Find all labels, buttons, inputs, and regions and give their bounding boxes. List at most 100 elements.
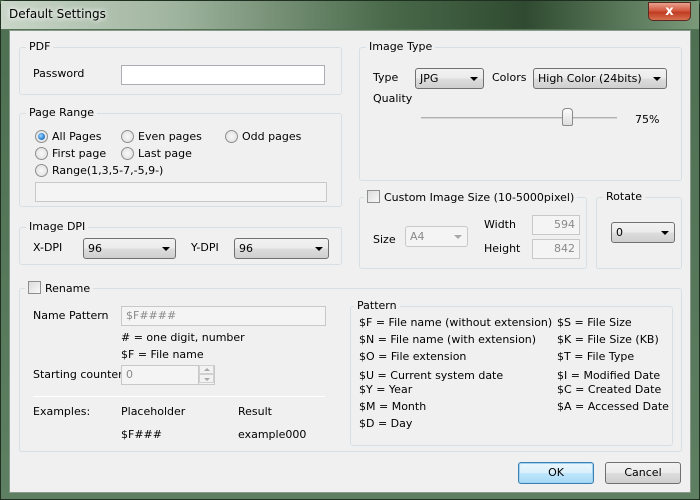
example-placeholder: $F### bbox=[121, 428, 162, 441]
size-select[interactable]: A4 bbox=[405, 226, 468, 247]
height-value: 842 bbox=[554, 242, 575, 255]
pdf-group: PDF Password bbox=[19, 40, 342, 95]
custom-size-checkbox[interactable] bbox=[367, 190, 380, 203]
pattern-legend: Pattern bbox=[354, 299, 400, 312]
chevron-down-icon bbox=[162, 247, 170, 251]
x-dpi-value: 96 bbox=[88, 242, 102, 255]
pattern-item: $M = Month bbox=[359, 400, 427, 413]
pdf-legend: PDF bbox=[26, 40, 54, 53]
name-pattern-label: Name Pattern bbox=[33, 309, 109, 322]
close-icon: x bbox=[665, 4, 674, 19]
pattern-item: $F = File name (without extension) bbox=[359, 316, 553, 329]
image-type-group: Image Type Type JPG Colors High Color (2… bbox=[359, 40, 682, 181]
radio-even-pages-label[interactable]: Even pages bbox=[138, 130, 202, 143]
radio-last-page-label[interactable]: Last page bbox=[138, 147, 192, 160]
hint-digit: # = one digit, number bbox=[121, 331, 245, 344]
radio-last-page[interactable] bbox=[121, 147, 134, 160]
example-result: example000 bbox=[238, 428, 307, 441]
height-label: Height bbox=[484, 242, 521, 255]
radio-first-page-label[interactable]: First page bbox=[52, 147, 106, 160]
pattern-item: $K = File Size (KB) bbox=[557, 333, 659, 346]
radio-all-pages-label[interactable]: All Pages bbox=[52, 130, 102, 143]
chevron-down-icon bbox=[315, 247, 323, 251]
result-header: Result bbox=[238, 405, 272, 418]
y-dpi-label: Y-DPI bbox=[191, 241, 219, 254]
radio-first-page[interactable] bbox=[35, 147, 48, 160]
window-title: Default Settings bbox=[9, 7, 106, 21]
pattern-item: $S = File Size bbox=[557, 316, 632, 329]
image-dpi-legend: Image DPI bbox=[26, 220, 89, 233]
rename-checkbox[interactable] bbox=[28, 281, 41, 294]
quality-slider-thumb[interactable] bbox=[562, 108, 573, 126]
pattern-item: $Y = Year bbox=[359, 383, 413, 396]
pattern-item: $I = Modified Date bbox=[557, 369, 661, 382]
pattern-item: $O = File extension bbox=[359, 350, 467, 363]
width-label: Width bbox=[484, 218, 516, 231]
colors-value: High Color (24bits) bbox=[538, 72, 642, 85]
y-dpi-value: 96 bbox=[239, 242, 253, 255]
title-bar[interactable]: Default Settings x bbox=[1, 1, 699, 29]
rotate-value: 0 bbox=[616, 226, 623, 239]
cancel-button[interactable]: Cancel bbox=[605, 462, 681, 484]
rename-label[interactable]: Rename bbox=[45, 282, 90, 295]
radio-all-pages[interactable] bbox=[35, 130, 48, 143]
starting-counter-spinner[interactable] bbox=[198, 365, 214, 385]
type-select[interactable]: JPG bbox=[415, 68, 484, 89]
y-dpi-select[interactable]: 96 bbox=[234, 238, 329, 259]
range-input[interactable] bbox=[35, 182, 327, 202]
rotate-group: Rotate 0 bbox=[596, 190, 682, 269]
chevron-down-icon bbox=[653, 77, 661, 81]
name-pattern-value: $F#### bbox=[126, 309, 177, 322]
rotate-select[interactable]: 0 bbox=[611, 222, 675, 243]
starting-counter-label: Starting counter bbox=[33, 368, 123, 381]
x-dpi-label: X-DPI bbox=[33, 241, 63, 254]
custom-size-group: Custom Image Size (10-5000pixel) Size A4… bbox=[359, 190, 587, 269]
password-input[interactable] bbox=[121, 65, 325, 85]
page-range-legend: Page Range bbox=[26, 106, 97, 119]
image-dpi-group: Image DPI X-DPI 96 Y-DPI 96 bbox=[19, 220, 342, 265]
pattern-item: $D = Day bbox=[359, 417, 413, 430]
hint-filename: $F = File name bbox=[121, 348, 204, 361]
pattern-group: Pattern $F = File name (without extensio… bbox=[350, 299, 673, 446]
radio-range[interactable] bbox=[35, 164, 48, 177]
image-type-legend: Image Type bbox=[366, 40, 436, 53]
divider bbox=[33, 396, 325, 397]
dialog-window: Default Settings x PDF Password Page Ran… bbox=[0, 0, 700, 500]
width-value: 594 bbox=[554, 218, 575, 231]
radio-odd-pages[interactable] bbox=[225, 130, 238, 143]
spin-down-icon[interactable] bbox=[199, 374, 214, 383]
pattern-item: $U = Current system date bbox=[359, 369, 504, 382]
radio-range-label[interactable]: Range(1,3,5-7,-5,9-) bbox=[52, 164, 163, 177]
custom-size-label[interactable]: Custom Image Size (10-5000pixel) bbox=[384, 191, 574, 204]
type-label: Type bbox=[373, 71, 399, 84]
examples-label: Examples: bbox=[33, 405, 91, 418]
ok-button[interactable]: OK bbox=[518, 462, 594, 484]
radio-odd-pages-label[interactable]: Odd pages bbox=[242, 130, 301, 143]
quality-slider-track[interactable] bbox=[421, 117, 617, 119]
page-range-group: Page Range All Pages Even pages Odd page… bbox=[19, 106, 342, 207]
close-button[interactable]: x bbox=[648, 2, 691, 21]
name-pattern-input[interactable]: $F#### bbox=[121, 306, 326, 326]
type-value: JPG bbox=[420, 72, 439, 85]
radio-even-pages[interactable] bbox=[121, 130, 134, 143]
quality-label: Quality bbox=[373, 92, 413, 105]
pattern-item: $N = File name (with extension) bbox=[359, 333, 537, 346]
width-input[interactable]: 594 bbox=[532, 215, 580, 235]
pattern-item: $C = Created Date bbox=[557, 383, 662, 396]
pattern-item: $T = File Type bbox=[557, 350, 635, 363]
rename-group: Rename Name Pattern $F#### # = one digit… bbox=[19, 281, 682, 452]
chevron-down-icon bbox=[470, 77, 478, 81]
colors-select[interactable]: High Color (24bits) bbox=[533, 68, 667, 89]
rotate-legend: Rotate bbox=[603, 190, 646, 203]
spin-up-icon[interactable] bbox=[199, 365, 214, 374]
placeholder-header: Placeholder bbox=[121, 405, 186, 418]
password-label: Password bbox=[33, 67, 85, 80]
dialog-body: PDF Password Page Range All Pages Even p… bbox=[9, 30, 691, 493]
chevron-down-icon bbox=[661, 231, 669, 235]
x-dpi-select[interactable]: 96 bbox=[83, 238, 176, 259]
quality-value: 75% bbox=[635, 113, 660, 126]
size-value: A4 bbox=[410, 230, 425, 243]
chevron-down-icon bbox=[454, 235, 462, 239]
height-input[interactable]: 842 bbox=[532, 239, 580, 259]
size-label: Size bbox=[373, 233, 396, 246]
